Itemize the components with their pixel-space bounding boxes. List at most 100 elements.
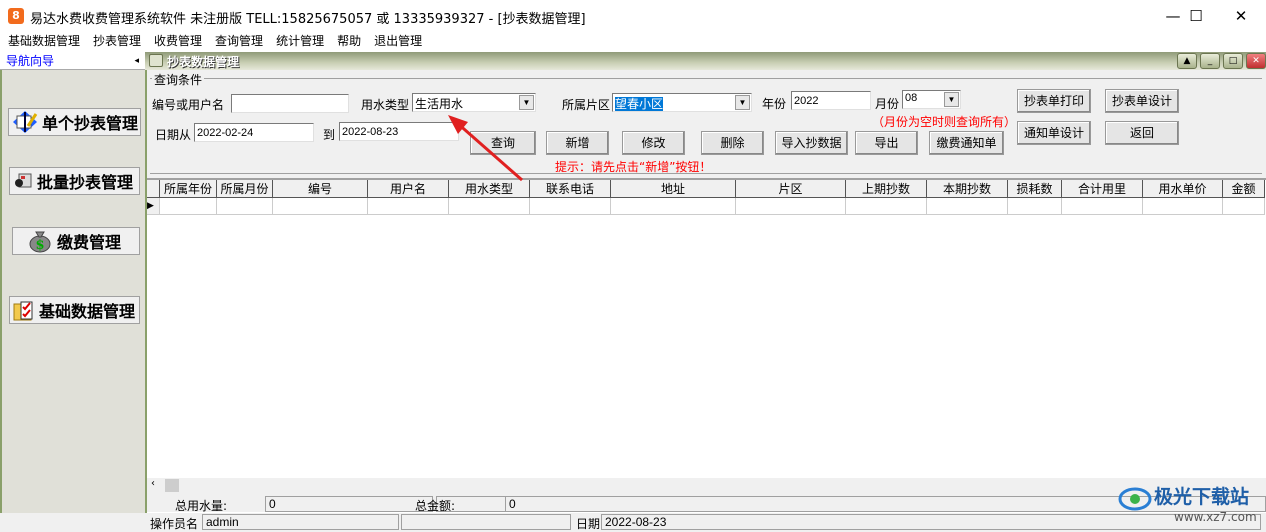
month-select[interactable]: 08 ▼: [902, 90, 961, 109]
annotation-arrow-icon: [448, 115, 523, 182]
menu-exit[interactable]: 退出管理: [374, 32, 422, 50]
watermark-name: 极光下载站: [1154, 486, 1250, 508]
chevron-down-icon[interactable]: ▼: [944, 92, 959, 107]
import-button[interactable]: 导入抄数据: [775, 131, 848, 155]
maximize-button[interactable]: ☐: [1173, 0, 1219, 32]
grid-header: 所属年份 所属月份 编号 用户名 用水类型 联系电话 地址 片区 上期抄数 本期…: [147, 180, 1265, 198]
operator-value: admin: [202, 514, 399, 530]
notice-design-button[interactable]: 通知单设计: [1017, 121, 1091, 145]
year-input[interactable]: [791, 91, 871, 110]
water-type-label: 用水类型: [361, 98, 410, 112]
export-button[interactable]: 导出: [855, 131, 918, 155]
menu-statistics[interactable]: 统计管理: [276, 32, 324, 50]
svg-text:$: $: [35, 238, 44, 253]
menu-query[interactable]: 查询管理: [215, 32, 263, 50]
column-header[interactable]: 金额: [1223, 180, 1265, 198]
operator-label: 操作员名: [150, 517, 199, 531]
chevron-down-icon[interactable]: ▼: [519, 95, 534, 110]
column-header[interactable]: 所属月份: [217, 180, 273, 198]
folder-check-icon: [13, 301, 33, 321]
child-minimize-button[interactable]: _: [1200, 53, 1220, 69]
close-button[interactable]: ✕: [1218, 0, 1264, 32]
nav-button-label: 单个抄表管理: [42, 114, 139, 133]
window-title: 易达水费收费管理系统软件 未注册版 TELL:15825675057 或 133…: [30, 12, 586, 27]
date-to-label: 到: [323, 128, 336, 142]
nav-title: 导航向导: [6, 54, 55, 68]
child-window-title: 抄表数据管理: [167, 55, 240, 69]
scroll-thumb[interactable]: [165, 479, 179, 492]
area-value: 望春小区: [615, 97, 664, 111]
row-indicator-header: [147, 180, 160, 198]
nav-button-label: 缴费管理: [57, 233, 122, 252]
batch-icon: [15, 173, 32, 188]
column-header[interactable]: 用水单价: [1143, 180, 1223, 198]
window-menu-icon[interactable]: [149, 54, 163, 67]
watermark-logo-icon: [1118, 487, 1152, 511]
area-label: 所属片区: [562, 98, 611, 112]
column-header[interactable]: 用户名: [368, 180, 449, 198]
column-header[interactable]: 合计用里: [1062, 180, 1143, 198]
totals-bar: 总用水量: 0 总金额: 0: [147, 495, 1266, 513]
nav-button-label: 批量抄表管理: [37, 173, 134, 192]
delete-button[interactable]: 删除: [701, 131, 764, 155]
month-value: 08: [905, 92, 918, 104]
child-close-button[interactable]: ✕: [1246, 53, 1266, 69]
app-icon: 8: [8, 8, 24, 24]
back-button[interactable]: 返回: [1105, 121, 1179, 145]
horizontal-scrollbar[interactable]: ‹: [147, 478, 1266, 493]
date-from-input[interactable]: [194, 123, 314, 142]
status-bar: 操作员名 admin 日期 2022-08-23: [0, 513, 1266, 532]
nav-button-label: 基础数据管理: [39, 302, 136, 321]
status-spacer: [401, 514, 571, 530]
chevron-down-icon[interactable]: ▼: [735, 95, 750, 110]
total-amount-label: 总金额:: [415, 499, 456, 513]
water-type-value: 生活用水: [415, 97, 464, 111]
data-grid[interactable]: 所属年份 所属月份 编号 用户名 用水类型 联系电话 地址 片区 上期抄数 本期…: [147, 178, 1266, 478]
menu-meter-reading[interactable]: 抄表管理: [93, 32, 141, 50]
add-button[interactable]: 新增: [546, 131, 609, 155]
column-header[interactable]: 上期抄数: [846, 180, 927, 198]
column-header[interactable]: 本期抄数: [927, 180, 1008, 198]
table-row[interactable]: ▶: [147, 198, 1265, 215]
edit-button[interactable]: 修改: [622, 131, 685, 155]
total-water-label: 总用水量:: [175, 499, 228, 513]
print-reading-sheet-button[interactable]: 抄表单打印: [1017, 89, 1091, 113]
title-bar: 8 易达水费收费管理系统软件 未注册版 TELL:15825675057 或 1…: [0, 0, 1266, 32]
nav-panel: 单个抄表管理 批量抄表管理 $ 缴费管理 基础数据管理: [0, 70, 147, 515]
total-water-value: 0: [265, 496, 433, 512]
month-label: 月份: [875, 97, 900, 111]
child-window-titlebar: 抄表数据管理 ▲ _ □ ✕: [145, 52, 1266, 70]
nav-single-reading-button[interactable]: 单个抄表管理: [8, 108, 141, 136]
watermark: 极光下载站 www.xz7.com: [1118, 478, 1258, 528]
collapse-icon[interactable]: ◂: [134, 52, 139, 70]
date-label: 日期: [576, 517, 601, 531]
column-header[interactable]: 编号: [273, 180, 368, 198]
month-hint: （月份为空时则查询所有）: [872, 115, 1017, 129]
column-header[interactable]: 片区: [736, 180, 846, 198]
id-input[interactable]: [231, 94, 349, 113]
year-label: 年份: [762, 97, 787, 111]
menu-basic-data[interactable]: 基础数据管理: [8, 32, 80, 50]
scroll-left-icon[interactable]: ‹: [151, 478, 155, 489]
area-select[interactable]: 望春小区 ▼: [612, 93, 752, 112]
design-reading-sheet-button[interactable]: 抄表单设计: [1105, 89, 1179, 113]
nav-batch-reading-button[interactable]: 批量抄表管理: [9, 167, 140, 195]
column-header[interactable]: 联系电话: [530, 180, 611, 198]
menu-bar: 基础数据管理 抄表管理 收费管理 查询管理 统计管理 帮助 退出管理: [0, 32, 1266, 50]
watermark-url: www.xz7.com: [1174, 510, 1257, 524]
column-header[interactable]: 所属年份: [160, 180, 217, 198]
nav-basic-data-button[interactable]: 基础数据管理: [9, 296, 140, 324]
hint-text: 提示：请先点击“新增”按钮！: [555, 160, 712, 174]
money-bag-icon: $: [29, 231, 51, 253]
child-restore-button[interactable]: ▲: [1177, 53, 1197, 69]
nav-payment-button[interactable]: $ 缴费管理: [12, 227, 140, 255]
payment-notice-button[interactable]: 缴费通知单: [929, 131, 1004, 155]
child-maximize-button[interactable]: □: [1223, 53, 1243, 69]
menu-help[interactable]: 帮助: [337, 32, 361, 50]
column-header[interactable]: 损耗数: [1008, 180, 1062, 198]
column-header[interactable]: 地址: [611, 180, 736, 198]
id-label: 编号或用户名: [152, 98, 225, 112]
menu-billing[interactable]: 收费管理: [154, 32, 202, 50]
meter-reading-icon: [13, 111, 38, 133]
current-row-icon: ▶: [147, 198, 160, 215]
